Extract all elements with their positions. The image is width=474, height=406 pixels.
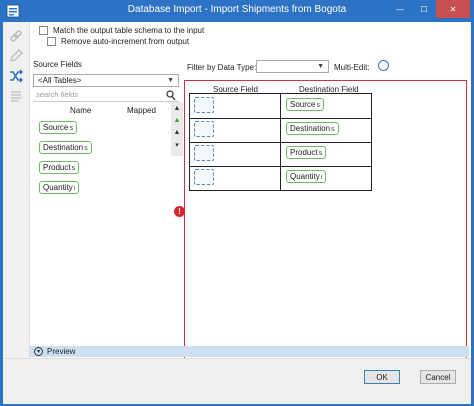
chevron-down-icon: ▼ bbox=[317, 63, 324, 70]
match-schema-option[interactable]: Match the output table schema to the inp… bbox=[39, 26, 204, 35]
tool-strip bbox=[3, 22, 30, 379]
move-down-icon[interactable]: ▲ bbox=[173, 129, 181, 136]
type-badge: S bbox=[331, 127, 335, 133]
field-label: Source bbox=[290, 100, 316, 109]
field-label: Destination bbox=[290, 124, 331, 133]
source-drop-slot[interactable] bbox=[194, 145, 214, 161]
column-name-header[interactable]: Name bbox=[70, 106, 91, 115]
reorder-buttons: ▲ ▲ ▲ ▾ bbox=[171, 102, 183, 156]
source-field-quantity[interactable]: Quantity I bbox=[39, 181, 80, 194]
source-drop-slot[interactable] bbox=[194, 97, 214, 113]
field-label: Quantity bbox=[290, 172, 320, 181]
mapping-panel: Source Field Destination Field Source S D… bbox=[184, 80, 467, 368]
link-icon[interactable] bbox=[8, 28, 24, 44]
remove-autoinc-label: Remove auto-increment from output bbox=[61, 37, 190, 46]
pin-icon[interactable]: ▾ bbox=[173, 141, 181, 149]
dialog-window: Database Import - Import Shipments from … bbox=[0, 0, 474, 406]
match-schema-label: Match the output table schema to the inp… bbox=[53, 26, 205, 35]
chevron-down-icon[interactable]: ▾ bbox=[34, 347, 43, 356]
mapping-row: Destination S bbox=[190, 118, 371, 143]
close-button[interactable]: ✕ bbox=[436, 0, 470, 18]
chevron-down-icon: ▼ bbox=[167, 77, 174, 84]
remove-autoinc-checkbox[interactable] bbox=[47, 37, 56, 46]
preview-label: Preview bbox=[47, 347, 76, 356]
table-select[interactable]: <All Tables> ▼ bbox=[33, 74, 179, 87]
type-badge: I bbox=[320, 175, 323, 181]
field-label: Source bbox=[43, 123, 69, 132]
filter-type-select[interactable]: ▼ bbox=[256, 60, 329, 73]
cancel-button[interactable]: Cancel bbox=[420, 370, 456, 384]
mapping-row: Source S bbox=[190, 94, 371, 119]
source-field-source[interactable]: Source S bbox=[39, 121, 78, 134]
type-badge: S bbox=[69, 126, 74, 132]
type-badge: S bbox=[316, 103, 321, 109]
destination-field-source[interactable]: Source S bbox=[286, 98, 325, 111]
source-fields-title: Source Fields bbox=[33, 60, 82, 69]
move-top-icon[interactable]: ▲ bbox=[173, 105, 181, 112]
move-up-icon[interactable]: ▲ bbox=[173, 117, 181, 124]
field-label: Product bbox=[290, 148, 318, 157]
multi-edit-toggle[interactable] bbox=[378, 60, 389, 71]
source-drop-slot[interactable] bbox=[194, 121, 214, 137]
filter-type-label: Filter by Data Type: bbox=[187, 63, 257, 72]
title-bar: Database Import - Import Shipments from … bbox=[0, 0, 474, 22]
type-badge: S bbox=[71, 166, 76, 172]
search-input[interactable]: search fields bbox=[33, 90, 179, 102]
field-label: Destination bbox=[43, 143, 84, 152]
field-label: Quantity bbox=[43, 183, 73, 192]
maximize-button[interactable]: ☐ bbox=[412, 0, 436, 18]
destination-field-product[interactable]: Product S bbox=[286, 146, 327, 159]
search-icon[interactable] bbox=[166, 90, 176, 101]
match-schema-checkbox[interactable] bbox=[39, 26, 48, 35]
type-badge: S bbox=[318, 151, 323, 157]
preview-bar[interactable]: ▾ Preview bbox=[29, 346, 469, 357]
minimize-button[interactable]: — bbox=[388, 0, 412, 18]
dialog-body: Match the output table schema to the inp… bbox=[3, 22, 471, 404]
table-select-value: <All Tables> bbox=[38, 76, 82, 85]
source-drop-slot[interactable] bbox=[194, 169, 214, 185]
shuffle-icon[interactable] bbox=[8, 68, 24, 84]
destination-field-destination[interactable]: Destination S bbox=[286, 122, 339, 135]
mapping-table: Source S Destination S Product S Quantit… bbox=[189, 93, 372, 191]
pencil-icon[interactable] bbox=[8, 48, 24, 64]
multi-edit-label: Multi-Edit: bbox=[334, 63, 370, 72]
source-field-destination[interactable]: Destination S bbox=[39, 141, 92, 154]
mapping-row: Product S bbox=[190, 142, 371, 167]
type-badge: S bbox=[84, 146, 88, 152]
list-icon[interactable] bbox=[8, 88, 24, 104]
column-mapped-header[interactable]: Mapped bbox=[127, 106, 156, 115]
mapping-row: Quantity I bbox=[190, 166, 371, 190]
destination-field-quantity[interactable]: Quantity I bbox=[286, 170, 327, 183]
remove-autoinc-option[interactable]: Remove auto-increment from output bbox=[47, 37, 189, 46]
ok-button[interactable]: OK bbox=[364, 370, 400, 384]
dialog-footer: OK Cancel bbox=[3, 358, 471, 404]
field-label: Product bbox=[43, 163, 71, 172]
source-field-list: Source S Destination S Product S Quantity I bbox=[33, 116, 175, 356]
type-badge: I bbox=[73, 186, 76, 192]
source-field-product[interactable]: Product S bbox=[39, 161, 80, 174]
